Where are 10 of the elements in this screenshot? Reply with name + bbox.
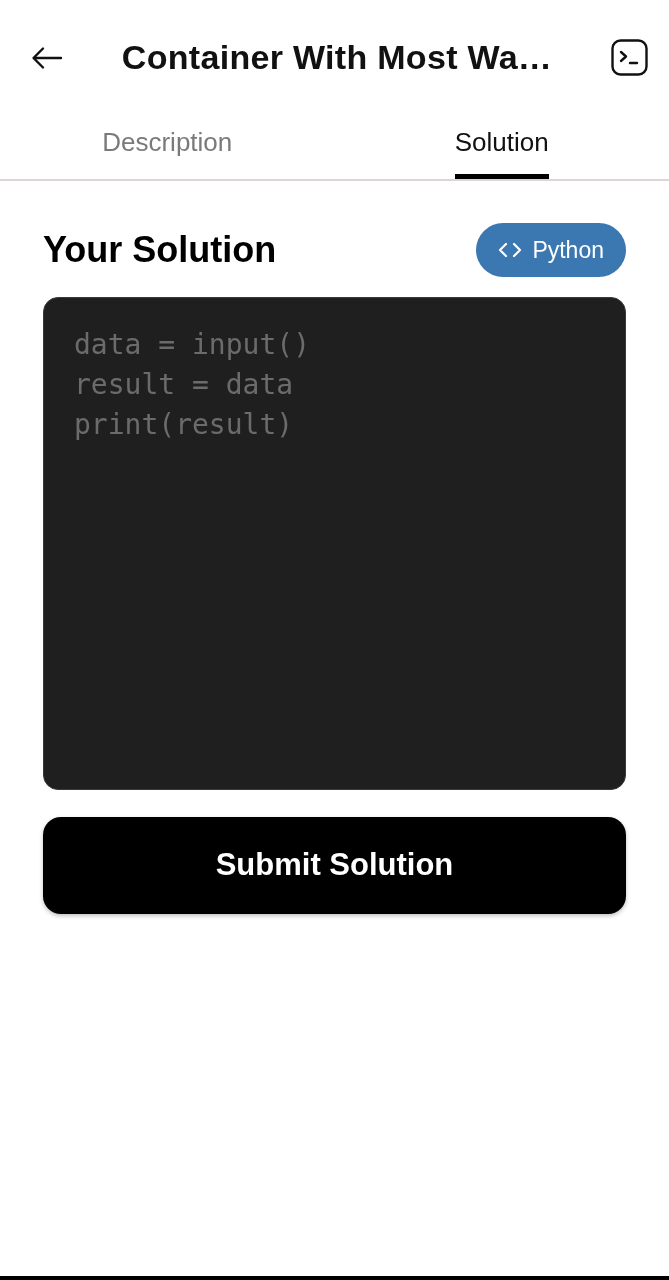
section-heading: Your Solution <box>43 228 277 272</box>
terminal-icon[interactable] <box>611 39 648 76</box>
code-icon <box>498 242 523 258</box>
code-editor-field[interactable]: data = input() result = data print(result) <box>43 297 626 790</box>
tab[interactable]: Solution <box>454 115 549 179</box>
back-arrow-icon[interactable] <box>31 45 63 70</box>
page-title: Container With Most Wa… <box>121 37 553 78</box>
tab[interactable]: Description <box>102 115 233 179</box>
language-badge[interactable]: Python <box>476 223 626 277</box>
submit-button[interactable]: Submit Solution <box>43 817 626 914</box>
